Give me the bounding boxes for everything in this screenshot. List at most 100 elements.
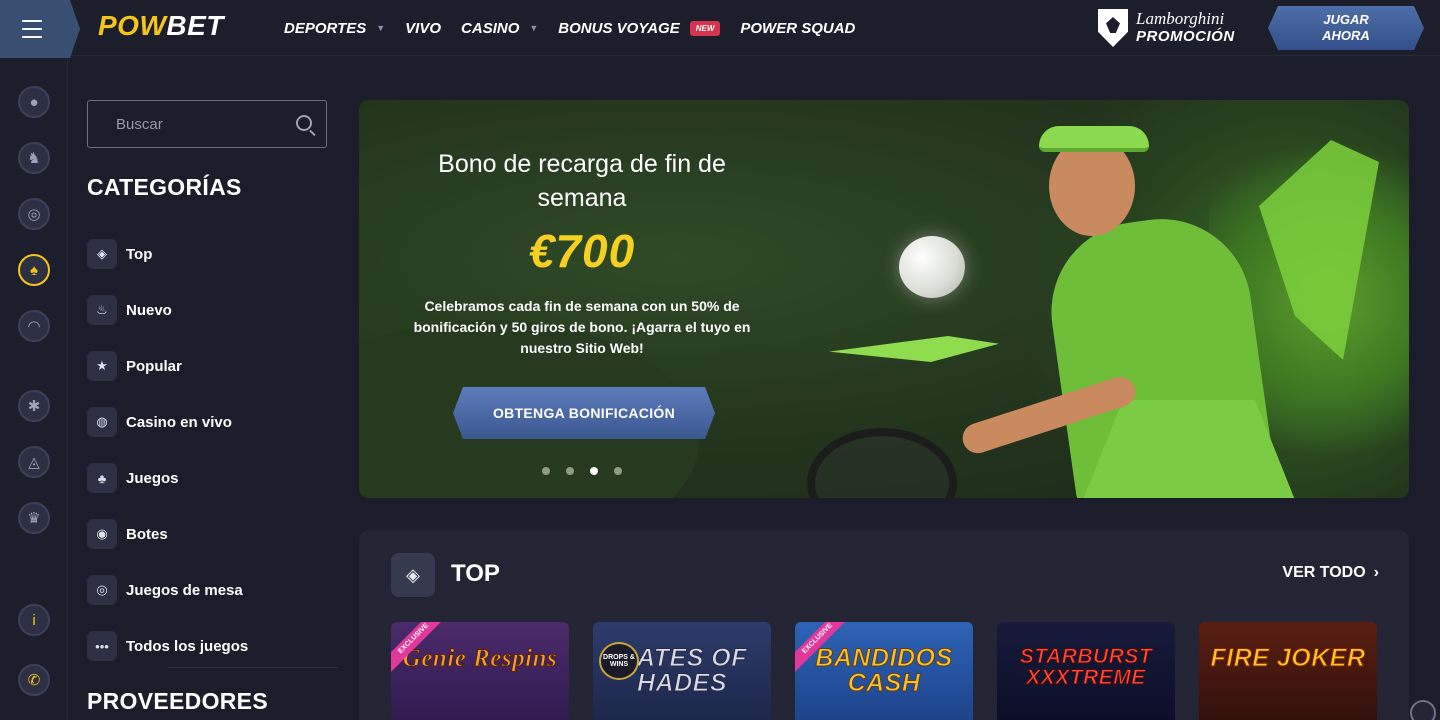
- drops-and-wins-badge: DROPS & WINS: [599, 642, 639, 680]
- game-tile-gates-of-hades[interactable]: DROPS & WINS GATES OF HADES: [593, 622, 771, 720]
- chevron-right-icon: ›: [1373, 564, 1379, 581]
- banner-title: Bono de recarga de fin de semana: [438, 150, 726, 212]
- promo-banner-carousel[interactable]: Bono de recarga de fin de semana €700 Ce…: [359, 100, 1409, 498]
- green-flame-decoration: [829, 336, 999, 362]
- nav-casino-label: CASINO: [461, 19, 520, 37]
- casino-spade-icon[interactable]: ♠: [18, 254, 50, 286]
- search-box: [87, 100, 327, 148]
- categories-heading: CATEGORÍAS: [87, 174, 242, 200]
- game-title: Genie Respins: [402, 645, 558, 672]
- providers-heading: PROVEEDORES: [87, 688, 268, 714]
- play-now-line1: JUGAR: [1323, 12, 1369, 28]
- powbet-logo[interactable]: POWBET: [98, 10, 224, 42]
- game-title: STARBURST XXXTREME: [1019, 645, 1153, 689]
- chips-icon: ◎: [87, 575, 117, 605]
- nav-deportes-label: DEPORTES: [284, 19, 367, 37]
- nav-casino[interactable]: CASINO ▼: [461, 20, 538, 37]
- nav-power-squad-label: POWER SQUAD: [740, 19, 856, 37]
- play-now-line2: AHORA: [1322, 28, 1370, 43]
- promo-brand: Lamborghini: [1136, 9, 1225, 29]
- nav-vivo[interactable]: VIVO: [405, 20, 441, 37]
- search-icon[interactable]: [296, 115, 312, 131]
- category-item-popular[interactable]: ★ Popular: [87, 338, 327, 394]
- tennis-visor: [1039, 126, 1149, 152]
- cherries-icon: ♣: [87, 463, 117, 493]
- category-item-juegos[interactable]: ♣ Juegos: [87, 450, 327, 506]
- nav-bonus-voyage-label: BONUS VOYAGE: [558, 19, 680, 37]
- lamborghini-shield-icon: [1098, 9, 1128, 47]
- support-phone-icon[interactable]: ✆: [18, 664, 50, 696]
- chevron-down-icon: ▼: [529, 23, 539, 33]
- roulette-icon[interactable]: ✱: [18, 390, 50, 422]
- category-item-top[interactable]: ◈ Top: [87, 226, 327, 282]
- nav-power-squad[interactable]: POWER SQUAD: [740, 20, 855, 37]
- soccer-ball-icon[interactable]: ●: [18, 86, 50, 118]
- carousel-dot[interactable]: [614, 467, 622, 475]
- promo-label: PROMOCIÓN: [1136, 28, 1235, 46]
- icon-rail: ● ♞ ◎ ♠ ◠ ✱ ◬ ♛ i ✆: [0, 58, 68, 720]
- see-all-link[interactable]: VER TODO ›: [1282, 564, 1379, 582]
- category-sidebar: CATEGORÍAS ◈ Top ♨ Nuevo ★ Popular ◍ Casino …: [68, 58, 348, 720]
- top-games-section: ◈ TOP VER TODO › EXCLUSIVE Genie Respins …: [359, 530, 1409, 720]
- diamond-icon: ◈: [87, 239, 117, 269]
- menu-hamburger-button[interactable]: [0, 0, 80, 58]
- category-item-nuevo[interactable]: ♨ Nuevo: [87, 282, 327, 338]
- category-label: Juegos de mesa: [126, 581, 243, 599]
- game-tile-starburst-xxxtreme[interactable]: STARBURST XXXTREME: [997, 622, 1175, 720]
- category-label: Casino en vivo: [126, 413, 232, 431]
- category-label: Nuevo: [126, 301, 172, 319]
- game-tile-genie-respins[interactable]: EXCLUSIVE Genie Respins: [391, 622, 569, 720]
- live-signal-icon[interactable]: ◠: [18, 310, 50, 342]
- horse-racing-icon[interactable]: ♞: [18, 142, 50, 174]
- play-now-button[interactable]: JUGAR AHORA: [1268, 6, 1424, 50]
- category-label: Popular: [126, 357, 182, 375]
- hamburger-icon: [22, 17, 42, 41]
- sidebar-divider: [168, 667, 338, 668]
- category-list: ◈ Top ♨ Nuevo ★ Popular ◍ Casino en vivo ♣ Ju…: [87, 226, 327, 674]
- tennis-racket-illustration: [807, 428, 957, 498]
- category-label: Botes: [126, 525, 168, 543]
- diamond-icon: ◈: [391, 553, 435, 597]
- nav-vivo-label: VIVO: [405, 19, 442, 37]
- carousel-dot-active[interactable]: [590, 467, 598, 475]
- banner-bonus-amount: €700: [528, 225, 636, 277]
- main-nav: DEPORTES ▼ VIVO CASINO ▼ BONUS VOYAGE NEW P…: [284, 0, 875, 56]
- game-title: FIRE JOKER: [1210, 644, 1366, 672]
- category-item-juegos-de-mesa[interactable]: ◎ Juegos de mesa: [87, 562, 327, 618]
- top-navigation-bar: POWBET DEPORTES ▼ VIVO CASINO ▼ BONUS VOYA…: [0, 0, 1440, 58]
- nav-deportes[interactable]: DEPORTES ▼: [284, 20, 385, 37]
- esports-icon[interactable]: ◎: [18, 198, 50, 230]
- section-title: TOP: [451, 560, 500, 587]
- info-icon[interactable]: i: [18, 604, 50, 636]
- new-badge: NEW: [689, 20, 721, 36]
- game-tiles-row: EXCLUSIVE Genie Respins DROPS & WINS GAT…: [391, 622, 1401, 720]
- search-input[interactable]: [88, 101, 288, 147]
- lamborghini-promo-link[interactable]: Lamborghini PROMOCIÓN: [1098, 6, 1235, 50]
- trophy-icon[interactable]: ♛: [18, 502, 50, 534]
- carousel-dots: [542, 467, 638, 475]
- nav-bonus-voyage[interactable]: BONUS VOYAGE NEW: [558, 19, 721, 37]
- game-tile-bandidos-cash[interactable]: EXCLUSIVE BANDIDOS CASH: [795, 622, 973, 720]
- banner-description: Celebramos cada fin de semana con un 50%…: [413, 298, 751, 356]
- category-label: Todos los juegos: [126, 637, 249, 655]
- star-icon: ★: [87, 351, 117, 381]
- carousel-dot[interactable]: [542, 467, 550, 475]
- lottery-icon[interactable]: ◬: [18, 446, 50, 478]
- category-item-casino-en-vivo[interactable]: ◍ Casino en vivo: [87, 394, 327, 450]
- game-tile-fire-joker[interactable]: FIRE JOKER: [1199, 622, 1377, 720]
- carousel-dot[interactable]: [566, 467, 574, 475]
- category-item-todos-los-juegos[interactable]: ••• Todos los juegos: [87, 618, 327, 674]
- globe-icon: ◍: [87, 407, 117, 437]
- flame-icon: ♨: [87, 295, 117, 325]
- see-all-label: VER TODO: [1282, 564, 1366, 581]
- get-bonus-button[interactable]: OBTENGA BONIFICACIÓN: [453, 387, 715, 439]
- map-pin-icon: ◉: [87, 519, 117, 549]
- chat-support-icon[interactable]: [1410, 700, 1436, 720]
- game-title: BANDIDOS CASH: [815, 644, 953, 697]
- category-label: Juegos: [126, 469, 179, 487]
- info-glyph: i: [32, 611, 36, 629]
- logo-primary: POW: [98, 10, 167, 41]
- logo-secondary: BET: [166, 10, 224, 41]
- category-item-botes[interactable]: ◉ Botes: [87, 506, 327, 562]
- more-dots-icon: •••: [87, 631, 117, 661]
